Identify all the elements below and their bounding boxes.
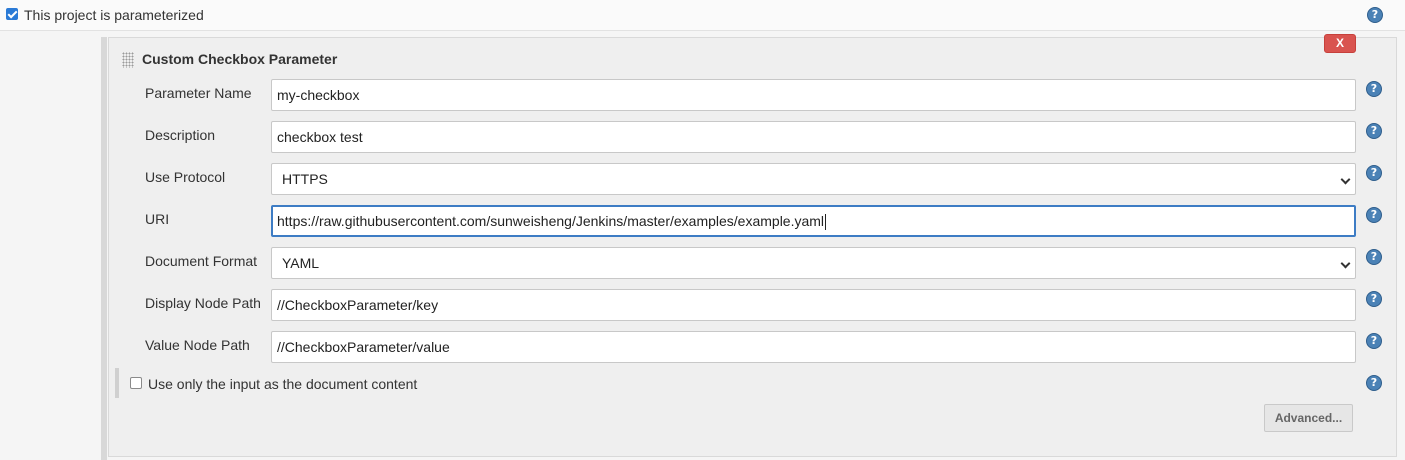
value-node-path-input[interactable]: //CheckboxParameter/value [271, 331, 1356, 363]
parameterized-row: This project is parameterized ? [0, 0, 1405, 31]
help-icon[interactable]: ? [1366, 375, 1382, 391]
use-input-only-label: Use only the input as the document conte… [148, 376, 418, 392]
chevron-down-icon [1340, 258, 1351, 269]
indent-bar [101, 37, 107, 460]
chevron-down-icon [1340, 174, 1351, 185]
parameterized-checkbox[interactable] [6, 8, 18, 20]
drag-handle-icon[interactable] [122, 52, 134, 68]
display-node-path-input[interactable]: //CheckboxParameter/key [271, 289, 1356, 321]
use-input-only-checkbox[interactable] [130, 377, 142, 389]
uri-input[interactable]: https://raw.githubusercontent.com/sunwei… [271, 205, 1356, 237]
use-protocol-label: Use Protocol [145, 169, 226, 185]
help-icon[interactable]: ? [1366, 333, 1382, 349]
parameterized-label: This project is parameterized [24, 7, 204, 23]
description-label: Description [145, 127, 216, 143]
document-format-label: Document Format [145, 253, 258, 269]
delete-parameter-button[interactable]: X [1324, 34, 1356, 53]
document-format-select[interactable]: YAML [271, 247, 1356, 279]
help-icon[interactable]: ? [1366, 291, 1382, 307]
text-cursor [825, 214, 827, 231]
help-icon[interactable]: ? [1366, 165, 1382, 181]
use-protocol-select[interactable]: HTTPS [271, 163, 1356, 195]
help-icon[interactable]: ? [1366, 207, 1382, 223]
help-icon[interactable]: ? [1366, 123, 1382, 139]
document-format-value: YAML [282, 255, 320, 271]
help-icon[interactable]: ? [1366, 81, 1382, 97]
use-protocol-value: HTTPS [282, 171, 328, 187]
parameter-title: Custom Checkbox Parameter [142, 51, 338, 67]
help-icon[interactable]: ? [1366, 249, 1382, 265]
help-icon[interactable]: ? [1367, 7, 1383, 23]
description-input[interactable]: checkbox test [271, 121, 1356, 153]
display-node-path-label: Display Node Path [145, 295, 261, 311]
value-node-path-label: Value Node Path [145, 337, 250, 353]
parameter-name-label: Parameter Name [145, 85, 252, 101]
uri-label: URI [145, 211, 170, 227]
uri-value: https://raw.githubusercontent.com/sunwei… [277, 213, 825, 229]
indent-bar [115, 368, 119, 398]
advanced-button[interactable]: Advanced... [1264, 404, 1353, 432]
parameter-name-input[interactable]: my-checkbox [271, 79, 1356, 111]
